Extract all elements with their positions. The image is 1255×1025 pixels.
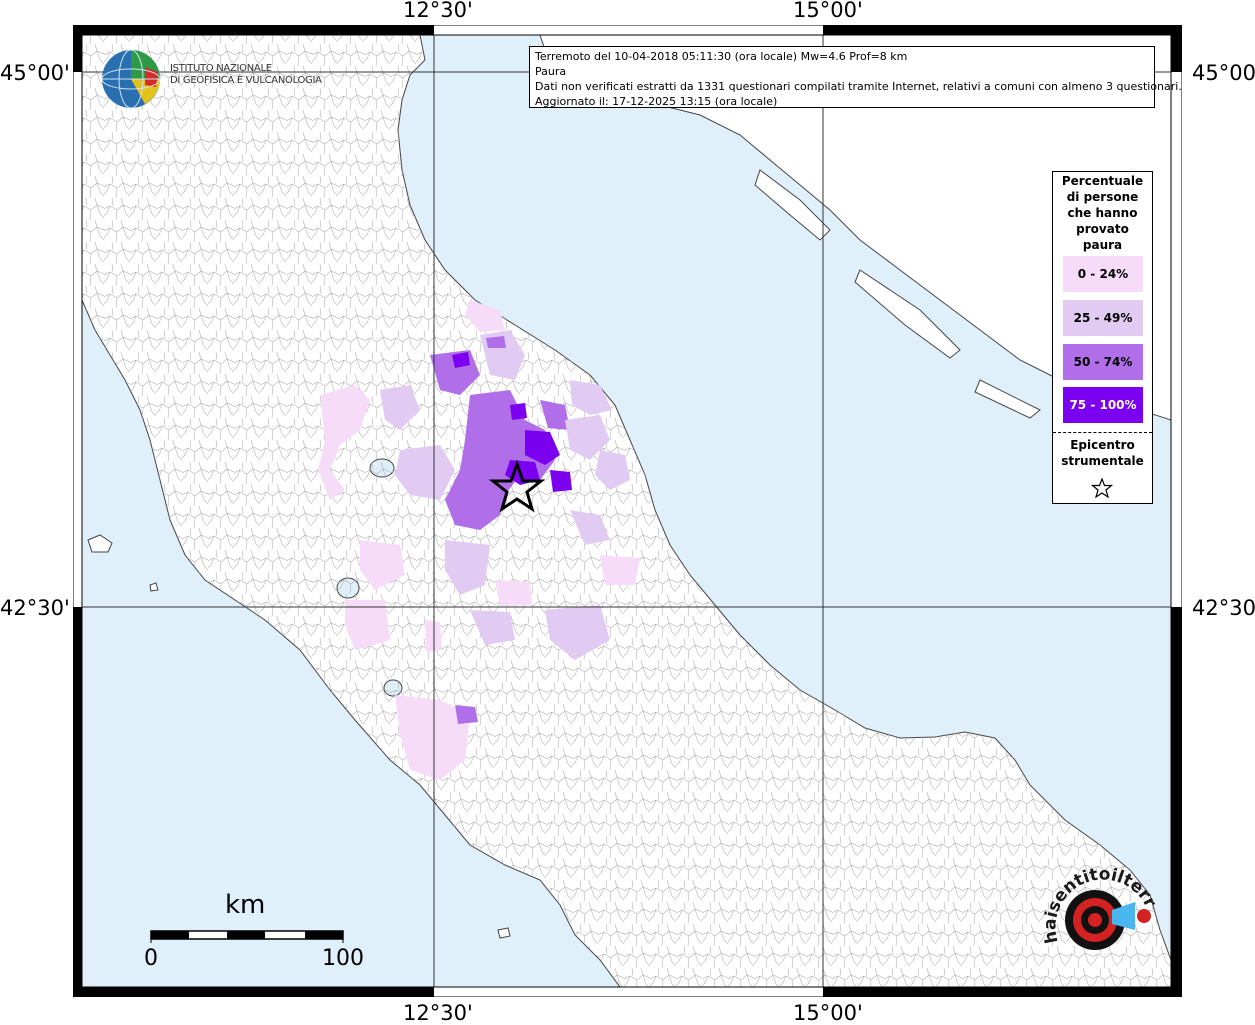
legend-item-0-24: 0 - 24% [1063,256,1143,292]
legend-star-icon [1091,478,1113,498]
data-note: Dati non verificati estratti da 1331 que… [535,80,1182,93]
ingv-line1: ISTITUTO NAZIONALE [170,63,272,74]
lon-label-top-left: 12°30' [403,0,473,22]
legend-title-line: paura [1082,238,1123,252]
ingv-name: ISTITUTO NAZIONALE DI GEOFISICA E VULCAN… [170,63,322,87]
map-svg[interactable] [72,24,1183,998]
ischia-island [497,927,511,939]
event-info-box: Terremoto del 10-04-2018 05:11:30 (ora l… [529,46,1182,108]
hsi-logo-icon: haisentitoilterremoto.it [1031,847,1160,950]
giglio-island [149,582,159,592]
hsi-logo[interactable]: haisentitoilterremoto.it [1031,847,1165,991]
legend-item-label: 50 - 74% [1073,355,1133,369]
event-title: Terremoto del 10-04-2018 05:11:30 (ora l… [535,50,908,63]
legend-item-label: 25 - 49% [1073,311,1133,325]
lon-label-top-right: 15°00' [793,0,863,22]
legend-item-75-100: 75 - 100% [1063,387,1143,423]
legend-epicenter-line: Epicentro [1070,438,1135,452]
ingv-logo [100,47,164,115]
legend-item-label: 0 - 24% [1077,267,1129,281]
legend-title-line: Percentuale [1061,174,1144,188]
scale-max: 100 [322,946,364,971]
ingv-globe-icon [101,49,161,109]
legend-item-label: 75 - 100% [1069,398,1137,412]
lat-label-left-bottom: 42°30' [0,596,70,620]
lat-label-right-top: 45°00' [1192,61,1255,85]
legend-epicenter-line: strumentale [1061,454,1144,468]
legend-title-line: provato [1076,222,1129,236]
ingv-line2: DI GEOFISICA E VULCANOLOGIA [170,75,322,86]
lon-label-bottom-right: 15°00' [793,1001,863,1025]
legend-item-50-74: 50 - 74% [1063,344,1143,380]
lat-label-right-bottom: 42°30' [1192,596,1255,620]
legend-item-25-49: 25 - 49% [1063,300,1143,336]
legend: Percentuale di persone che hanno provato… [1052,171,1153,504]
legend-separator [1053,432,1152,433]
legend-title: Percentuale di persone che hanno provato… [1053,172,1152,253]
legend-epicenter-title: Epicentro strumentale [1053,437,1152,469]
map-type: Paura [535,65,567,78]
update-time: Aggiornato il: 17-12-2025 13:15 (ora loc… [535,95,778,108]
scale-unit: km [225,890,266,920]
scale-min: 0 [144,946,158,971]
scale-bar-graphic [150,930,344,943]
legend-title-line: che hanno [1067,206,1138,220]
legend-title-line: di persone [1066,190,1139,204]
lat-label-left-top: 45°00' [0,61,70,85]
map-frame [72,24,1183,998]
lon-label-bottom-left: 12°30' [403,1001,473,1025]
